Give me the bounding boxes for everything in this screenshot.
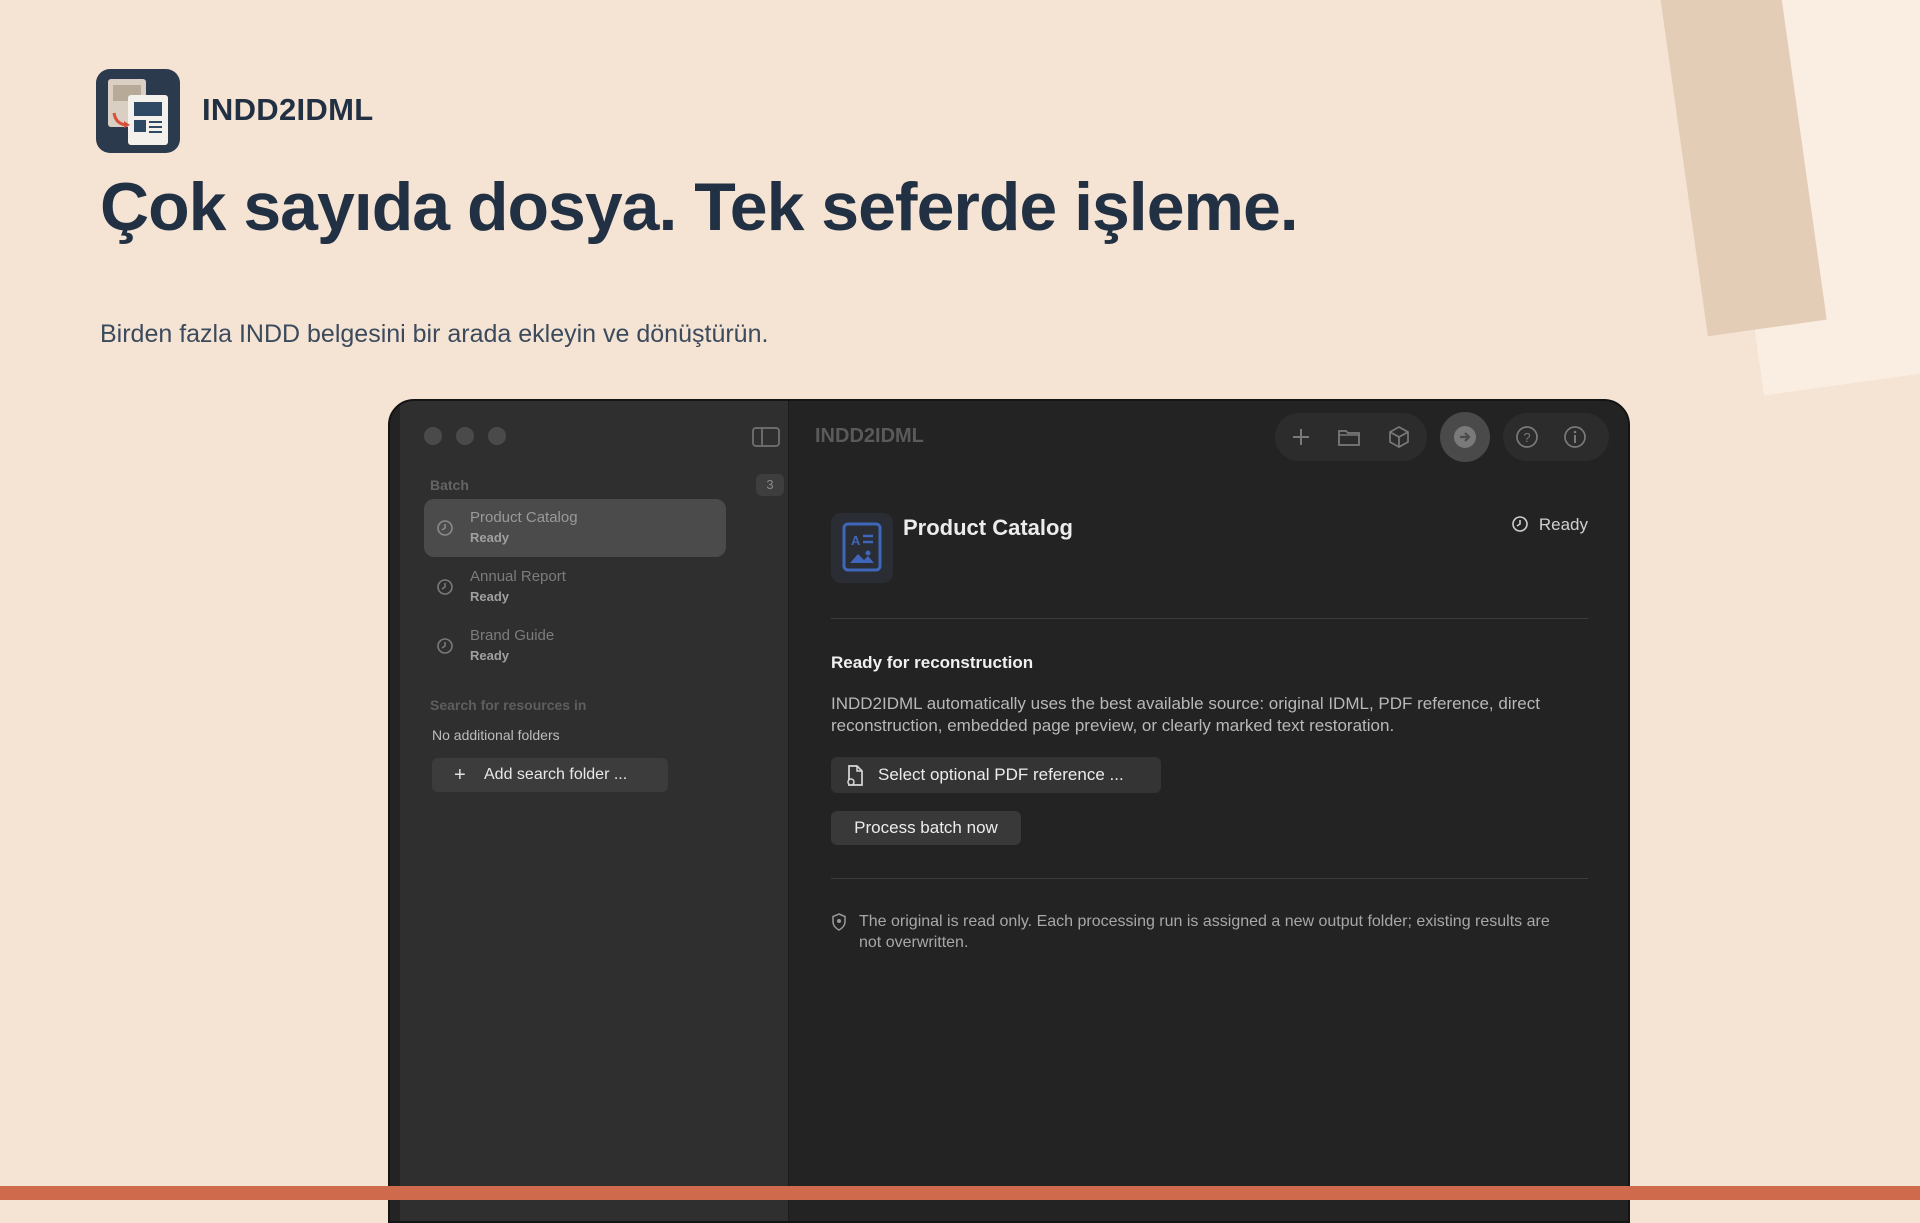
run-icon: [1454, 426, 1476, 448]
minimize-window-button[interactable]: [456, 427, 474, 445]
batch-item-status: Ready: [470, 530, 510, 545]
batch-section-label: Batch: [430, 477, 469, 493]
document-icon: A: [831, 513, 893, 583]
run-batch-button[interactable]: [1440, 412, 1490, 462]
select-pdf-reference-label: Select optional PDF reference ...: [878, 765, 1124, 784]
page-subline: Birden fazla INDD belgesini bir arada ek…: [100, 320, 769, 348]
clock-icon: [1511, 515, 1529, 538]
batch-item-name: Brand Guide: [470, 627, 555, 644]
sidebar: Batch 3 Product Catalog Ready Annual Rep…: [400, 401, 789, 1221]
document-title: Product Catalog: [903, 515, 1073, 540]
batch-count-badge: 3: [756, 474, 784, 496]
search-resources-label: Search for resources in: [430, 697, 587, 713]
close-window-button[interactable]: [424, 427, 442, 445]
folder-icon[interactable]: [1337, 425, 1361, 449]
clock-icon: [436, 519, 454, 537]
section-title: Ready for reconstruction: [831, 653, 1034, 672]
help-icon[interactable]: ?: [1515, 425, 1539, 449]
plus-icon[interactable]: [1289, 425, 1313, 449]
read-only-note: The original is read only. Each processi…: [859, 913, 1550, 951]
app-logo-icon: [96, 69, 180, 153]
document-status: Ready: [1511, 515, 1588, 538]
shield-icon: [831, 913, 847, 931]
main-pane: INDD2IDML ? A Product Catalog Ready Read…: [789, 401, 1628, 1221]
clock-icon: [436, 578, 454, 596]
divider: [831, 878, 1588, 879]
sidebar-toggle-icon[interactable]: [752, 427, 780, 447]
document-status-text: Ready: [1538, 515, 1588, 534]
toolbar-group-file: [1275, 413, 1427, 461]
batch-item-annual-report[interactable]: Annual Report Ready: [424, 558, 726, 616]
section-description: INDD2IDML automatically uses the best av…: [831, 694, 1540, 735]
brand-name: INDD2IDML: [202, 92, 374, 127]
select-pdf-reference-button[interactable]: Select optional PDF reference ...: [831, 757, 1161, 793]
plus-icon: +: [454, 764, 466, 786]
process-batch-button[interactable]: Process batch now: [831, 811, 1021, 845]
window-title: INDD2IDML: [815, 425, 924, 447]
svg-text:?: ?: [1523, 430, 1530, 445]
page-headline: Çok sayıda dosya. Tek seferde işleme.: [100, 169, 1299, 245]
toolbar-group-help: ?: [1503, 413, 1609, 461]
clock-icon: [436, 637, 454, 655]
document-link-icon: [845, 765, 865, 787]
add-search-folder-label: Add search folder ...: [484, 766, 628, 783]
batch-item-status: Ready: [470, 589, 510, 604]
app-window: Batch 3 Product Catalog Ready Annual Rep…: [388, 399, 1630, 1223]
batch-item-product-catalog[interactable]: Product Catalog Ready: [424, 499, 726, 557]
batch-item-name: Annual Report: [470, 568, 566, 585]
svg-text:A: A: [851, 533, 861, 548]
batch-item-brand-guide[interactable]: Brand Guide Ready: [424, 617, 726, 675]
divider: [831, 618, 1588, 619]
info-icon[interactable]: [1563, 425, 1587, 449]
batch-item-name: Product Catalog: [470, 509, 578, 526]
box-icon[interactable]: [1387, 425, 1411, 449]
no-folders-text: No additional folders: [432, 727, 560, 743]
add-search-folder-button[interactable]: + Add search folder ...: [432, 758, 668, 792]
zoom-window-button[interactable]: [488, 427, 506, 445]
accent-bar: [0, 1186, 1920, 1200]
batch-item-status: Ready: [470, 648, 510, 663]
